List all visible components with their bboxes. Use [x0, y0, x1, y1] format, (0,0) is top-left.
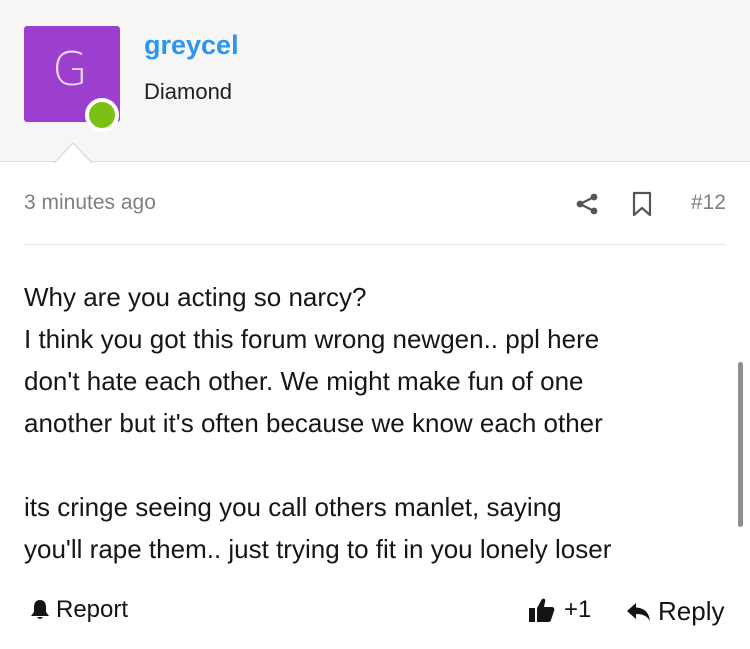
post-meta-row: 3 minutes ago #12	[24, 190, 726, 220]
username-link[interactable]: greycel	[144, 30, 239, 61]
post-timestamp[interactable]: 3 minutes ago	[24, 191, 156, 215]
meta-divider	[24, 244, 726, 245]
report-label: Report	[56, 596, 129, 623]
avatar-letter: G	[52, 42, 88, 96]
reply-label: Reply	[658, 596, 725, 626]
post-line: Why are you acting so narcy?	[24, 282, 367, 312]
user-title: Diamond	[144, 79, 233, 104]
post-line: another but it's often because we know e…	[24, 408, 603, 438]
bell-icon	[31, 600, 49, 619]
thumbs-up-icon	[529, 598, 555, 622]
like-button[interactable]: +1	[528, 596, 591, 624]
bookmark-icon[interactable]	[632, 191, 652, 217]
header-pointer-fill	[54, 144, 92, 164]
post-line: its cringe seeing you call others manlet…	[24, 492, 562, 522]
post-number-link[interactable]: #12	[691, 191, 726, 215]
post-actions: Report +1 Reply	[0, 596, 750, 636]
report-button[interactable]: Report	[30, 596, 128, 624]
post-author-header: G greycel Diamond	[0, 0, 750, 162]
scrollbar-thumb[interactable]	[738, 362, 743, 527]
post-blank-line	[24, 444, 724, 486]
online-status-indicator	[85, 98, 119, 132]
post-line: don't hate each other. We might make fun…	[24, 366, 584, 396]
reply-button[interactable]: Reply	[626, 596, 724, 627]
like-count: +1	[564, 596, 592, 623]
reply-arrow-icon	[627, 602, 650, 621]
post-line: you'll rape them.. just trying to fit in…	[24, 534, 612, 564]
post-body: Why are you acting so narcy? I think you…	[24, 276, 724, 570]
post-line: I think you got this forum wrong newgen.…	[24, 324, 600, 354]
share-icon[interactable]	[575, 192, 599, 216]
